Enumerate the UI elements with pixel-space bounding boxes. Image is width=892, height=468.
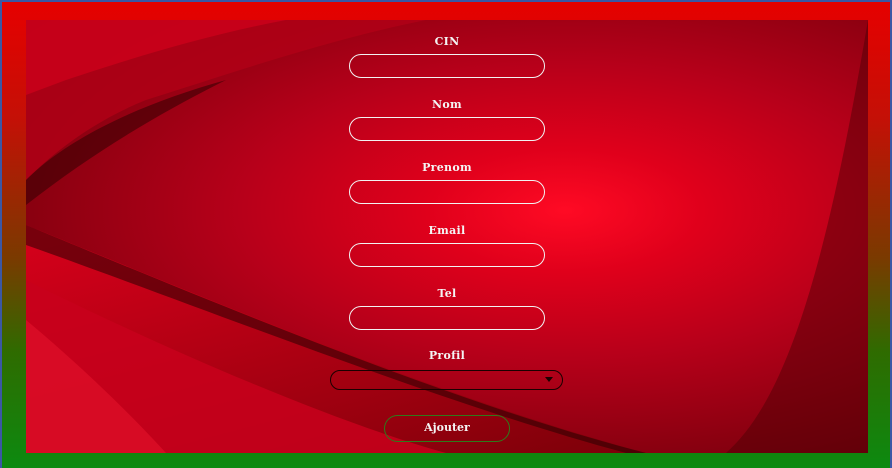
chevron-down-icon [545, 377, 553, 382]
nom-label: Nom [432, 98, 462, 111]
tel-input[interactable] [349, 306, 545, 330]
cin-input[interactable] [349, 54, 545, 78]
prenom-label: Prenom [422, 161, 472, 174]
cin-label: CIN [434, 35, 460, 48]
prenom-input[interactable] [349, 180, 545, 204]
nom-input[interactable] [349, 117, 545, 141]
user-form: CIN Nom Prenom Email Tel Profil Ajouter [26, 20, 868, 453]
profil-label: Profil [428, 349, 466, 362]
tel-label: Tel [437, 287, 457, 300]
email-label: Email [428, 224, 466, 237]
email-input[interactable] [349, 243, 545, 267]
profil-select[interactable] [330, 370, 563, 390]
window-frame: CIN Nom Prenom Email Tel Profil Ajouter [0, 0, 892, 468]
ajouter-button[interactable]: Ajouter [384, 415, 510, 442]
form-panel: CIN Nom Prenom Email Tel Profil Ajouter [26, 20, 868, 453]
